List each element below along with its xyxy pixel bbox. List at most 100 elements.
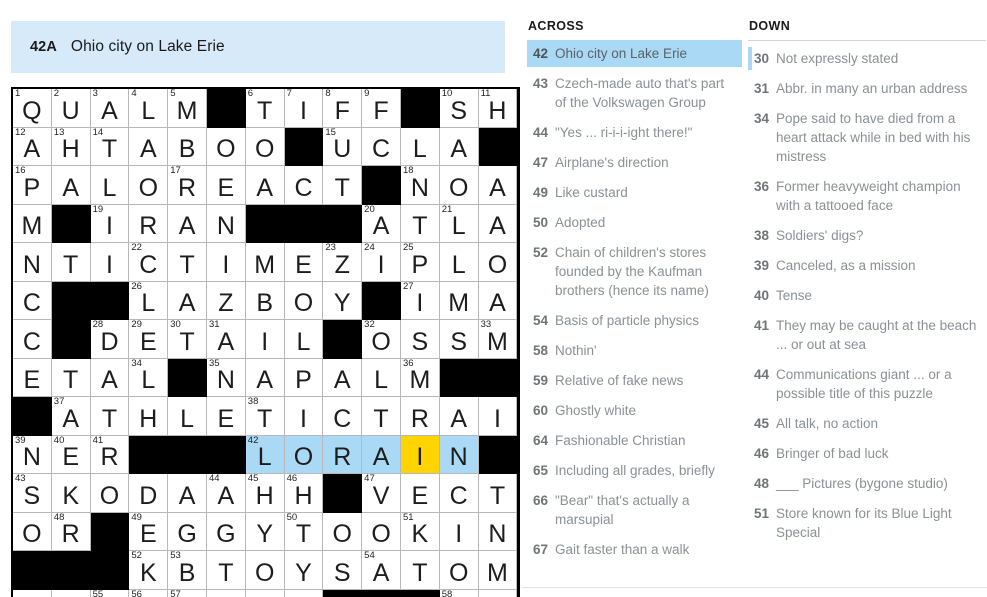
grid-cell[interactable]: 57E xyxy=(168,589,207,597)
grid-cell[interactable]: B xyxy=(245,281,285,320)
crossword-grid[interactable]: 1 Q 2 U 3 A 4 L 5 M 6 T 7 I 8 F 9 F 10 S 11 H 12 A 13 H 14 T A B O O 15 U… xyxy=(13,89,518,597)
grid-cell[interactable]: I xyxy=(439,512,479,551)
grid-cell[interactable]: M xyxy=(439,281,479,320)
grid-cell[interactable]: 14 T xyxy=(90,127,130,166)
grid-cell[interactable]: 24 I xyxy=(362,243,401,282)
grid-cell[interactable]: L xyxy=(284,320,324,359)
grid-cell[interactable]: T xyxy=(90,397,130,436)
down-clue-44[interactable]: 44 Communications giant ... or a possible… xyxy=(748,361,986,407)
grid-cell[interactable]: 11 H xyxy=(478,89,518,128)
grid-cell[interactable]: E xyxy=(13,358,52,397)
grid-cell[interactable]: 20 A xyxy=(362,204,401,243)
down-clue-41[interactable]: 41 They may be caught at the beach ... or… xyxy=(748,312,986,358)
across-clue-59[interactable]: 59 Relative of fake news xyxy=(527,367,742,394)
grid-cell[interactable]: S xyxy=(439,320,479,359)
grid-cell[interactable]: 50 T xyxy=(284,512,324,551)
grid-cell[interactable]: 1Q xyxy=(13,89,52,128)
grid-cell[interactable]: 54 A xyxy=(362,551,401,590)
grid-cell[interactable]: 27 I xyxy=(400,281,440,320)
grid-cell[interactable]: 29 E xyxy=(129,320,169,359)
grid-cell[interactable]: 41 R xyxy=(90,435,130,474)
grid-cell[interactable]: T xyxy=(168,243,207,282)
grid-cell[interactable]: 18 N xyxy=(400,166,440,205)
grid-cell[interactable]: 8F xyxy=(323,89,363,128)
across-clue-66[interactable]: 66 "Bear" that's actually a marsupial xyxy=(527,487,742,533)
grid-cell[interactable]: 44 A xyxy=(206,474,246,513)
grid-cell[interactable]: 36 M xyxy=(400,358,440,397)
across-clue-49[interactable]: 49 Like custard xyxy=(527,179,742,206)
across-clue-52[interactable]: 52 Chain of children's stores founded by … xyxy=(527,239,742,304)
grid-cell[interactable]: N xyxy=(13,243,52,282)
grid-cell[interactable]: A xyxy=(478,589,518,597)
grid-cell[interactable]: E xyxy=(400,474,440,513)
grid-cell[interactable]: G xyxy=(206,512,246,551)
grid-cell[interactable]: 31 A xyxy=(206,320,246,359)
grid-cell[interactable]: C xyxy=(51,589,91,597)
grid-cell[interactable]: R xyxy=(323,435,363,474)
grid-cell[interactable]: E xyxy=(206,166,246,205)
across-clue-44[interactable]: 44 "Yes ... ri-i-i-ight there!" xyxy=(527,119,742,146)
grid-cell[interactable]: A xyxy=(168,204,207,243)
grid-cell[interactable]: L xyxy=(400,127,440,166)
grid-cell[interactable]: T xyxy=(400,551,440,590)
grid-cell[interactable]: L xyxy=(90,166,130,205)
grid-cell[interactable]: E xyxy=(284,243,324,282)
grid-cell[interactable]: 40 E xyxy=(51,435,91,474)
grid-cell[interactable]: T xyxy=(323,166,363,205)
grid-cell[interactable]: O xyxy=(323,512,363,551)
grid-cell[interactable]: M xyxy=(13,204,52,243)
down-clue-36[interactable]: 36 Former heavyweight champion with a tat… xyxy=(748,173,986,219)
grid-cell[interactable]: A xyxy=(323,358,363,397)
across-clue-58[interactable]: 58 Nothin' xyxy=(527,337,742,364)
grid-cell[interactable]: O xyxy=(206,589,246,597)
grid-cell[interactable]: C xyxy=(362,127,401,166)
grid-cell[interactable]: A xyxy=(51,166,91,205)
down-clue-48[interactable]: 48 ___ Pictures (bygone studio) xyxy=(748,470,986,497)
grid-cell[interactable]: I xyxy=(13,589,52,597)
grid-cell[interactable]: Y xyxy=(284,589,324,597)
grid-cell[interactable]: 10 S xyxy=(439,89,479,128)
active-clue-banner[interactable]: 42A Ohio city on Lake Erie xyxy=(11,21,505,73)
grid-cell[interactable]: L xyxy=(362,358,401,397)
grid-cell[interactable]: I xyxy=(245,320,285,359)
grid-cell[interactable]: 28 D xyxy=(90,320,130,359)
across-clue-54[interactable]: 54 Basis of particle physics xyxy=(527,307,742,334)
down-clue-39[interactable]: 39 Canceled, as a mission xyxy=(748,252,986,279)
grid-cell[interactable]: 43 S xyxy=(13,474,52,513)
grid-cell[interactable]: O xyxy=(13,512,52,551)
grid-cell[interactable]: M xyxy=(478,551,518,590)
grid-cell[interactable]: 25 P xyxy=(400,243,440,282)
grid-cell[interactable]: O xyxy=(439,166,479,205)
grid-cell[interactable]: A xyxy=(245,166,285,205)
grid-cell[interactable]: I xyxy=(400,435,440,474)
grid-cell[interactable]: Y xyxy=(245,512,285,551)
grid-cell[interactable]: L xyxy=(439,243,479,282)
grid-cell[interactable]: T xyxy=(362,397,401,436)
grid-cell[interactable]: R xyxy=(400,397,440,436)
grid-cell[interactable]: R xyxy=(245,589,285,597)
grid-cell[interactable]: 48 R xyxy=(51,512,91,551)
grid-cell[interactable]: K xyxy=(51,474,91,513)
grid-cell[interactable]: G xyxy=(168,512,207,551)
grid-cell[interactable]: I xyxy=(478,397,518,436)
grid-cell[interactable]: 21 L xyxy=(439,204,479,243)
grid-cell[interactable]: A xyxy=(168,474,207,513)
across-clue-47[interactable]: 47 Airplane's direction xyxy=(527,149,742,176)
grid-cell[interactable]: O xyxy=(439,551,479,590)
grid-cell[interactable]: 17 R xyxy=(168,166,207,205)
grid-cell[interactable]: 38 T xyxy=(245,397,285,436)
grid-cell[interactable]: 39 N xyxy=(13,435,52,474)
grid-cell[interactable]: O xyxy=(206,127,246,166)
grid-cell[interactable]: T xyxy=(400,204,440,243)
grid-cell[interactable]: C xyxy=(284,166,324,205)
grid-cell[interactable]: 53 B xyxy=(168,551,207,590)
grid-cell[interactable]: N xyxy=(478,512,518,551)
grid-cell[interactable]: A xyxy=(478,204,518,243)
grid-cell[interactable]: B xyxy=(168,127,207,166)
grid-cell[interactable]: 2U xyxy=(51,89,91,128)
grid-cell[interactable]: 35 N xyxy=(206,358,246,397)
grid-cell[interactable]: C xyxy=(323,397,363,436)
grid-cell[interactable]: T xyxy=(51,358,91,397)
grid-cell[interactable]: 9F xyxy=(362,89,401,128)
grid-cell[interactable]: 6T xyxy=(245,89,285,128)
